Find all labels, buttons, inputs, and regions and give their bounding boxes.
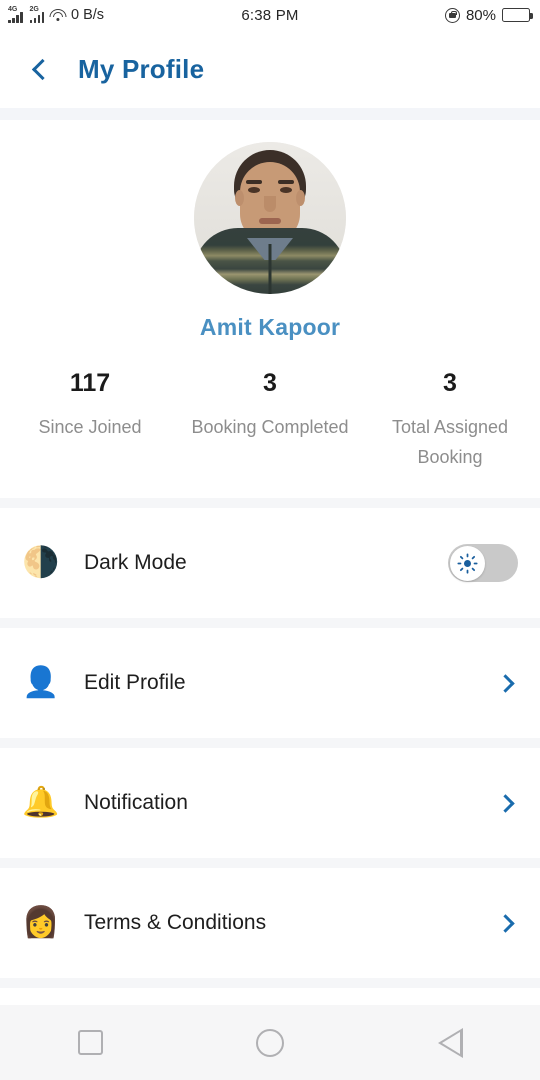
section-gap [0,858,540,869]
chevron-right-icon [496,914,515,933]
profile-summary: Amit Kapoor [0,120,540,351]
settings-row-notification[interactable]: 🔔 Notification [0,748,540,859]
battery-percent-label: 80% [465,6,496,24]
settings-row-label: Edit Profile [84,671,186,695]
back-button[interactable] [20,47,64,91]
avatar[interactable] [194,142,346,294]
clock-label: 6:38 PM [241,6,299,24]
stat-label: Total Assigned Booking [391,416,509,467]
sun-icon [456,553,478,574]
dark-mode-toggle[interactable] [448,544,518,583]
section-gap [0,738,540,749]
wifi-icon [49,8,66,22]
stat-since-joined: 117 Since Joined [0,369,180,472]
stat-booking-completed: 3 Booking Completed [180,369,360,472]
toggle-knob [449,545,485,581]
circle-icon [256,1028,284,1057]
section-gap [0,978,540,989]
nav-recents-button[interactable] [45,1005,135,1080]
profile-card: Amit Kapoor 117 Since Joined 3 Booking C… [0,120,540,499]
stat-label: Since Joined [38,416,142,437]
bell-ringing-icon: 🔔 [22,786,60,820]
data-speed-label: 0 B/s [71,7,105,23]
settings-row-label: Terms & Conditions [84,911,267,935]
stat-value: 117 [69,369,111,397]
settings-row-label: Notification [84,791,188,815]
settings-row-dark-mode[interactable]: 🌗 Dark Mode [0,508,540,619]
status-bar-right: 80% [444,6,533,24]
chevron-left-icon [31,58,53,80]
section-gap [0,498,540,509]
stat-value: 3 [263,369,277,397]
profile-stats: 117 Since Joined 3 Booking Completed 3 T… [0,351,540,498]
android-nav-bar [0,1005,540,1080]
stat-total-assigned-booking: 3 Total Assigned Booking [360,369,540,472]
signal-2g-icon: 2G [29,6,44,23]
settings-row-label: Dark Mode [84,551,187,575]
app-header: My Profile [0,30,540,108]
signal-4g-label: 4G [8,6,18,13]
stat-label: Booking Completed [191,416,349,437]
chevron-right-icon [496,674,515,693]
header-divider [0,108,540,120]
nav-back-button[interactable] [405,1005,495,1080]
stat-value: 3 [443,369,457,397]
settings-row-terms-conditions[interactable]: 👩 Terms & Conditions [0,868,540,979]
chevron-right-icon [496,794,515,813]
status-bar-left: 4G 2G 0 B/s [8,6,105,23]
signal-2g-label: 2G [29,6,39,13]
support-agent-icon: 👩 [22,906,60,940]
rotation-lock-icon [444,7,460,23]
triangle-left-icon [437,1027,463,1058]
user-edit-icon: 👤 [22,666,60,700]
settings-row-edit-profile[interactable]: 👤 Edit Profile [0,628,540,739]
profile-name: Amit Kapoor [199,314,341,340]
battery-icon [502,8,533,22]
sun-half-dark-icon: 🌗 [22,546,60,580]
nav-home-button[interactable] [225,1005,315,1080]
signal-4g-icon: 4G [8,6,23,23]
status-bar: 4G 2G 0 B/s 6:38 PM 80% [0,0,540,30]
page-title: My Profile [78,53,205,84]
section-gap [0,618,540,629]
square-icon [77,1030,103,1055]
